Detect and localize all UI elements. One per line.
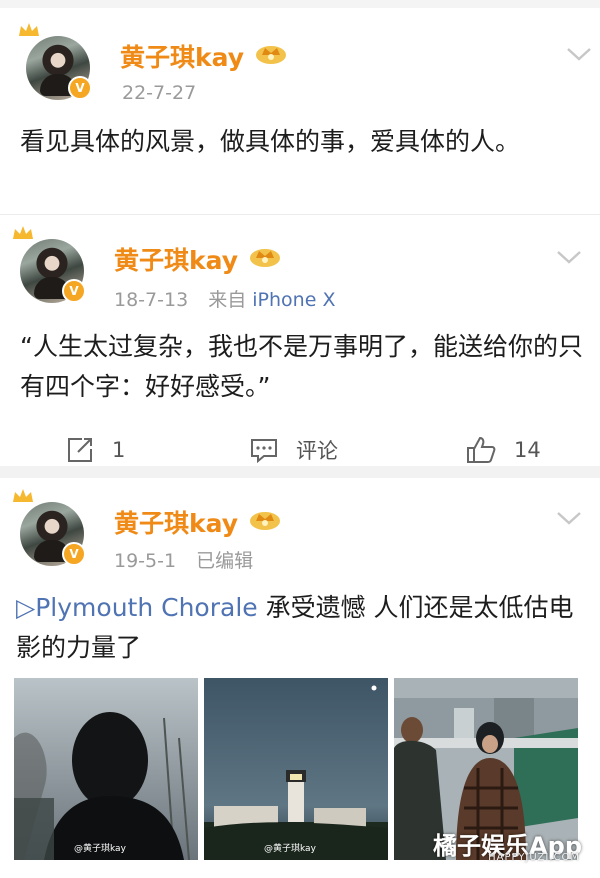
avatar[interactable]: V [13, 489, 86, 566]
medal-icon [250, 249, 280, 267]
post-separator [0, 466, 600, 478]
post-time: 22-7-27 [122, 82, 197, 104]
brand-url: HAPPYJUZI.COM [488, 852, 580, 863]
username[interactable]: 黄子琪kay [120, 38, 244, 74]
repost-icon [68, 438, 92, 462]
repost-count: 1 [112, 438, 126, 462]
post-meta: 19-5-1 已编辑 [114, 546, 253, 573]
crown-icon [13, 226, 33, 239]
photo-lighthouse[interactable]: @黄子琪kay [204, 678, 388, 860]
like-count: 14 [514, 438, 541, 462]
username[interactable]: 黄子琪kay [114, 504, 238, 540]
photo-watermark: @黄子琪kay [264, 844, 316, 854]
medal-icon [250, 512, 280, 530]
verified-icon: V [68, 76, 92, 100]
top-divider [0, 0, 600, 8]
music-link[interactable]: ▷Plymouth Chorale [16, 593, 258, 622]
post-time: 18-7-13 [114, 289, 189, 311]
crown-icon [19, 23, 39, 36]
avatar[interactable]: V [19, 23, 92, 100]
post-meta: 18-7-13 来自 iPhone X [114, 285, 335, 312]
source-device[interactable]: iPhone X [252, 289, 335, 311]
post-text: ▷Plymouth Chorale 承受遗憾 人们还是太低估电影的力量了 [16, 588, 581, 668]
source-prefix: 来自 [208, 289, 247, 311]
medal-icon [256, 46, 286, 64]
post-time: 19-5-1 [114, 550, 177, 572]
username[interactable]: 黄子琪kay [114, 241, 238, 277]
photo-silhouette[interactable]: @黄子琪kay [14, 678, 198, 860]
edited-label: 已编辑 [196, 550, 254, 572]
comment-label: 评论 [296, 439, 338, 463]
post-text: “人生太过复杂，我也不是万事明了，能送给你的只有四个字：好好感受。” [20, 332, 583, 401]
photo-silhouette-image [14, 678, 198, 860]
post-text: 看见具体的风景，做具体的事，爱具体的人。 [20, 127, 521, 156]
chevron-down-icon[interactable] [566, 46, 592, 62]
chevron-down-icon[interactable] [556, 510, 582, 526]
thumbs-up-icon [467, 436, 496, 463]
chevron-down-icon[interactable] [556, 249, 582, 265]
photo-lighthouse-image [204, 678, 388, 860]
verified-icon: V [62, 542, 86, 566]
comment-icon [251, 439, 277, 463]
crown-icon [13, 489, 33, 502]
photo-watermark: @黄子琪kay [74, 844, 126, 854]
post-2[interactable]: V 黄子琪kay 18-7-13 来自 iPhone X “人生太过复杂，我也不… [0, 215, 600, 465]
avatar[interactable]: V [13, 226, 86, 303]
post-1[interactable]: V 黄子琪kay 22-7-27 看见具体的风景，做具体的事，爱具体的人。 [0, 8, 600, 213]
verified-icon: V [62, 279, 86, 303]
